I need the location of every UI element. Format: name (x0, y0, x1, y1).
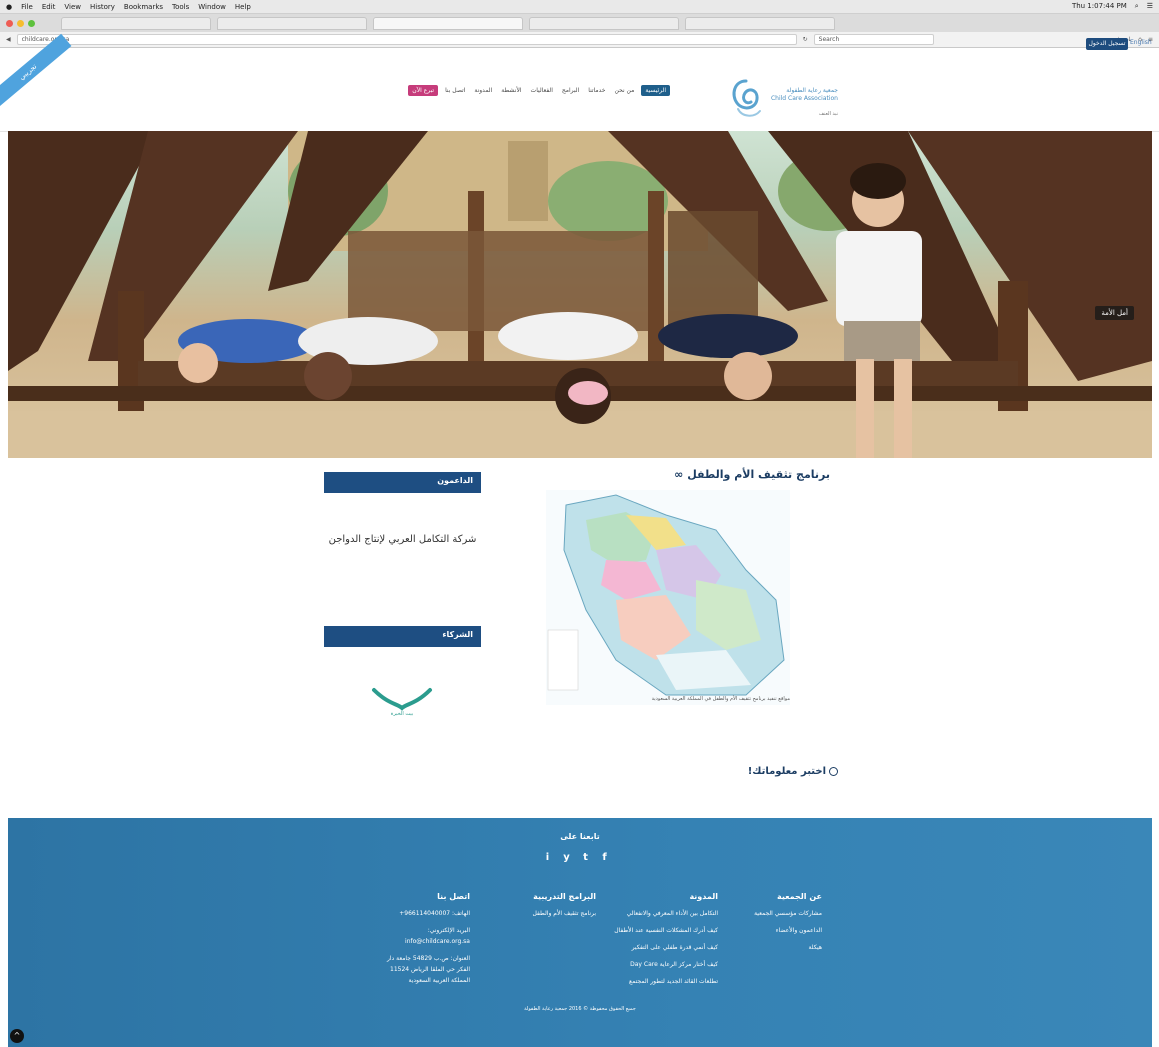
footer-about-column: عن الجمعية مشاركات مؤسسي الجمعية الداعمو… (722, 892, 822, 960)
window-controls (6, 19, 35, 27)
quiz-link[interactable]: اختبر معلوماتك! (700, 766, 838, 777)
clock: Thu 1:07:44 PM (1071, 2, 1127, 10)
menu-edit[interactable]: Edit (42, 3, 56, 11)
logo-name: جمعية رعاية الطفولة Child Care Associati… (768, 87, 838, 103)
nav-events[interactable]: الفعاليات (529, 85, 555, 96)
footer-email-label: البريد الإلكتروني: (427, 927, 470, 934)
footer-link[interactable]: الداعمون والأعضاء (722, 926, 822, 935)
footer-link[interactable]: التكامل بين الأداء المعرفي والانفعالي (598, 909, 718, 918)
copyright: جميع الحقوق محفوظة © 2016 جمعية رعاية ال… (524, 1006, 636, 1012)
footer-link[interactable]: هيكلة (722, 943, 823, 952)
browser-tab-active[interactable] (373, 16, 523, 30)
partners-header: الشركاء (324, 626, 481, 647)
footer-address-line: المملكة العربية السعودية (408, 977, 470, 984)
hero-illustration (8, 131, 1152, 458)
youtube-icon[interactable]: y (561, 852, 572, 863)
facebook-icon[interactable]: f (599, 852, 610, 863)
footer-link[interactable]: برنامج تثقيف الأم والطفل (502, 909, 596, 918)
site-footer: تابعنا على i y t f عن الجمعية مشاركات مؤ… (8, 818, 1152, 1047)
reload-icon[interactable]: ↻ (803, 36, 808, 43)
browser-toolbar: ◀ childcare.org.sa ↻ Search ☆ ↓ ⌂ ≡ (0, 32, 1159, 48)
footer-contact-column: اتصل بنا الهاتف: 966114040007+ البريد ال… (362, 892, 470, 993)
browser-tab[interactable] (685, 16, 835, 30)
footer-programs-title: البرامج التدريبية (533, 892, 596, 901)
menu-view[interactable]: View (64, 3, 81, 11)
twitter-icon[interactable]: t (580, 852, 591, 863)
main-nav: الرئيسية من نحن خدماتنا البرامج الفعاليا… (340, 83, 670, 97)
footer-link[interactable]: كيف أنمي قدرة طفلي على التفكير (598, 943, 718, 952)
browser-search-input[interactable]: Search (813, 34, 934, 45)
browser-tab[interactable] (217, 16, 367, 30)
nav-programs[interactable]: البرامج (560, 85, 581, 96)
nav-about[interactable]: من نحن (613, 85, 637, 96)
link-icon: ∞ (674, 468, 684, 481)
footer-about-title: عن الجمعية (777, 892, 822, 901)
logo-name-ar: جمعية رعاية الطفولة (786, 87, 838, 94)
social-links: i y t f (542, 852, 610, 863)
nav-contact[interactable]: اتصل بنا (443, 85, 467, 96)
logo-mark-icon (732, 79, 761, 117)
supporters-header: الداعمون (324, 472, 481, 493)
logo-name-en: Child Care Association (770, 95, 838, 102)
maximize-window-button[interactable] (28, 19, 35, 27)
apple-icon[interactable]: ● (6, 3, 12, 11)
footer-link[interactable]: كيف أختار مركز الرعاية Day Care (598, 960, 718, 969)
menu-bookmarks[interactable]: Bookmarks (124, 3, 163, 11)
close-window-button[interactable] (6, 19, 13, 27)
program-title-text: برنامج تثقيف الأم والطفل (687, 468, 830, 481)
browser-tab[interactable] (61, 16, 211, 30)
browser-tab[interactable] (529, 16, 679, 30)
follow-us-title: تابعنا على (560, 832, 600, 841)
menu-list-icon[interactable]: ☰ (1147, 2, 1153, 11)
site-logo[interactable]: جمعية رعاية الطفولة Child Care Associati… (728, 75, 838, 125)
partner-name: بيت الخبرة (390, 711, 414, 717)
chevron-up-icon: ^ (13, 1031, 21, 1040)
footer-address-line: الفكر حي الملقا الرياض 11524 (390, 966, 470, 973)
footer-email-link[interactable]: info@childcare.org.sa (362, 937, 470, 946)
search-icon[interactable]: ⌕ (1135, 2, 1139, 11)
map-caption: مواقع تنفيذ برنامج تثقيف الأم والطفل في … (651, 696, 790, 702)
nav-activities[interactable]: الأنشطة (499, 85, 523, 96)
nav-blog[interactable]: المدونة (472, 85, 494, 96)
footer-link[interactable]: مشاركات مؤسسي الجمعية (722, 909, 822, 918)
hero-caption: أمل الأمة (1095, 306, 1134, 320)
browser-tab-bar (0, 14, 1159, 32)
footer-blog-column: المدونة التكامل بين الأداء المعرفي والان… (598, 892, 718, 994)
footer-link[interactable]: تطلعات القائد الجديد لتطور المجتمع (598, 977, 718, 986)
quiz-text: اختبر معلوماتك! (747, 766, 826, 777)
login-button[interactable]: تسجيل الدخول (1086, 38, 1128, 50)
supporter-name[interactable]: شركة التكامل العربي لإنتاج الدواجن (324, 532, 481, 548)
footer-phone: الهاتف: 966114040007+ (399, 910, 470, 917)
menu-window[interactable]: Window (198, 3, 226, 11)
nav-donate[interactable]: تبرع الآن (408, 84, 439, 96)
footer-link[interactable]: كيف أدرك المشكلات النفسية عند الأطفال (598, 926, 718, 935)
back-to-top-button[interactable]: ^ (10, 1029, 24, 1043)
instagram-icon[interactable]: i (542, 852, 553, 863)
url-input[interactable]: childcare.org.sa (16, 34, 797, 45)
minimize-window-button[interactable] (17, 19, 24, 27)
menu-history[interactable]: History (90, 3, 115, 11)
footer-contact-title: اتصل بنا (437, 892, 470, 901)
logo-tagline: نبذ العنف (818, 111, 838, 117)
footer-blog-title: المدونة (689, 892, 718, 901)
menu-help[interactable]: Help (235, 3, 251, 11)
hero-image: أمل الأمة (8, 131, 1152, 458)
footer-address-line: العنوان: ص.ب 54829 جامعة دار (386, 955, 470, 962)
footer-programs-column: البرامج التدريبية برنامج تثقيف الأم والط… (502, 892, 596, 926)
english-link[interactable]: English (1130, 39, 1152, 46)
saudi-map-image[interactable] (546, 490, 790, 705)
back-icon[interactable]: ◀ (6, 36, 11, 43)
nav-home[interactable]: الرئيسية (641, 84, 670, 96)
menu-file[interactable]: File (21, 3, 33, 11)
program-title[interactable]: برنامج تثقيف الأم والطفل ∞ (560, 468, 830, 481)
nav-services[interactable]: خدماتنا (586, 85, 607, 96)
os-menu-bar: ● File Edit View History Bookmarks Tools… (0, 0, 1159, 14)
menu-tools[interactable]: Tools (172, 3, 189, 11)
quiz-icon (829, 766, 838, 776)
